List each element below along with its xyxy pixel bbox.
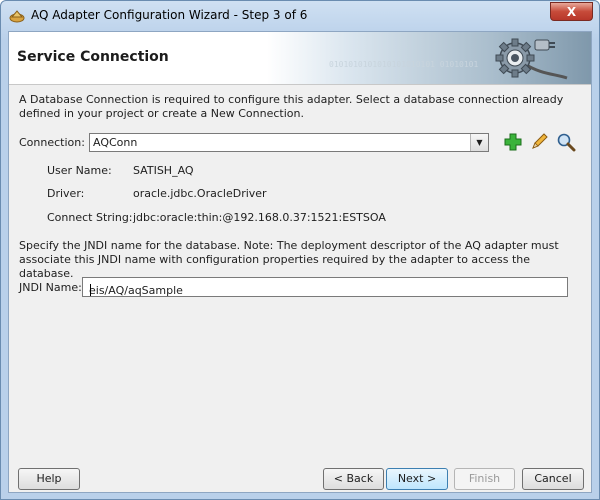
connection-selected-value: AQConn xyxy=(93,136,138,149)
chevron-down-icon[interactable]: ▼ xyxy=(470,134,488,151)
connect-string-value: jdbc:oracle:thin:@192.168.0.37:1521:ESTS… xyxy=(133,211,386,224)
jndi-name-label: JNDI Name: xyxy=(19,281,82,294)
edit-icon[interactable] xyxy=(529,132,549,152)
user-name-value: SATISH_AQ xyxy=(133,164,194,177)
header-binary-text: 0101010101010101010101 01010101 xyxy=(329,60,479,69)
browse-icon[interactable] xyxy=(556,132,576,152)
app-icon xyxy=(9,10,25,23)
next-button[interactable]: Next > xyxy=(386,468,448,490)
close-button[interactable]: X xyxy=(550,2,593,21)
gear-plug-icon xyxy=(495,38,568,80)
jndi-note-text: Specify the JNDI name for the database. … xyxy=(19,239,559,280)
description-text: A Database Connection is required to con… xyxy=(19,93,564,120)
text-caret xyxy=(90,284,91,296)
window-title: AQ Adapter Configuration Wizard - Step 3… xyxy=(31,8,308,22)
wizard-body: 0101010101010101010101 01010101 Service … xyxy=(8,31,592,493)
add-icon[interactable] xyxy=(503,132,523,152)
connection-label: Connection: xyxy=(19,136,85,149)
connect-string-label: Connect String: xyxy=(47,211,133,224)
driver-label: Driver: xyxy=(47,187,85,200)
user-name-label: User Name: xyxy=(47,164,112,177)
cancel-button[interactable]: Cancel xyxy=(522,468,584,490)
wizard-window: AQ Adapter Configuration Wizard - Step 3… xyxy=(0,0,600,500)
jndi-name-input[interactable]: eis/AQ/aqSample xyxy=(82,277,568,297)
finish-button[interactable]: Finish xyxy=(454,468,515,490)
connection-select[interactable]: AQConn ▼ xyxy=(89,133,489,152)
page-title: Service Connection xyxy=(17,49,169,65)
back-button[interactable]: < Back xyxy=(323,468,384,490)
header-band: 0101010101010101010101 01010101 Service … xyxy=(9,32,591,85)
driver-value: oracle.jdbc.OracleDriver xyxy=(133,187,267,200)
title-bar[interactable]: AQ Adapter Configuration Wizard - Step 3… xyxy=(1,1,599,31)
jndi-name-value: eis/AQ/aqSample xyxy=(89,284,183,297)
help-button[interactable]: Help xyxy=(18,468,80,490)
